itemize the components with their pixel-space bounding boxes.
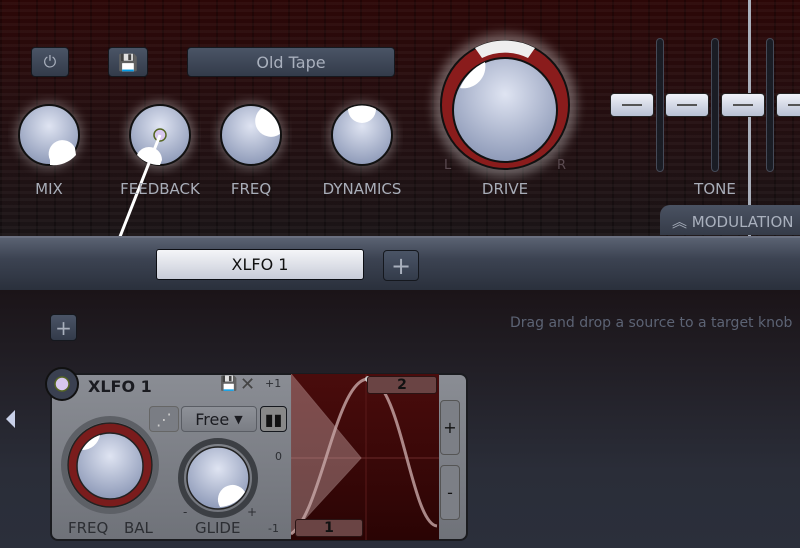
tone-slider-1[interactable]: [610, 93, 654, 117]
lfo-point-1[interactable]: 1: [295, 519, 363, 537]
zoom-in-button[interactable]: +: [440, 400, 460, 455]
label-drive: DRIVE: [481, 180, 529, 198]
label-dynamics: DYNAMICS: [322, 180, 402, 198]
lfo-waveform-editor[interactable]: [291, 374, 439, 540]
save-icon[interactable]: 💾: [220, 376, 237, 392]
tone-slider-track-2: [711, 38, 719, 172]
add-modulator-button[interactable]: +: [383, 250, 419, 281]
drive-right-label: R: [557, 158, 567, 173]
modulation-tab[interactable]: ︽ MODULATION: [660, 205, 800, 235]
tone-slider-3[interactable]: [721, 93, 765, 117]
mod-source-handle[interactable]: [44, 366, 80, 402]
tone-slider-track-1: [656, 38, 664, 172]
tone-slider-4[interactable]: [776, 93, 800, 117]
tone-slider-track-3: [766, 38, 774, 172]
glide-plus: +: [247, 505, 258, 519]
chevron-up-icon: ︽: [672, 213, 688, 231]
modulation-tab-label: MODULATION: [691, 213, 794, 231]
knob-dynamics[interactable]: [328, 101, 396, 169]
axis-bottom: -1: [268, 522, 279, 535]
label-tone: TONE: [694, 180, 736, 198]
label-mix: MIX: [35, 180, 63, 198]
tone-slider-2[interactable]: [665, 93, 709, 117]
knob-drive[interactable]: [433, 33, 577, 177]
collapse-left-icon[interactable]: [6, 410, 15, 428]
glide-minus: -: [183, 505, 188, 519]
label-feedback: FEEDBACK: [120, 180, 200, 198]
knob-mix[interactable]: [15, 101, 83, 169]
label-freq: FREQ: [230, 180, 272, 198]
xlfo-title: XLFO 1: [88, 377, 152, 396]
axis-top: +1: [265, 377, 282, 390]
knob-glide[interactable]: [178, 438, 258, 518]
knobs-layer: [15, 33, 577, 240]
drive-left-label: L: [444, 158, 452, 173]
tab-xlfo-1[interactable]: XLFO 1: [156, 249, 364, 280]
knob-freq-bal[interactable]: [61, 416, 159, 514]
add-source-button[interactable]: +: [50, 314, 77, 341]
zoom-out-button[interactable]: -: [440, 465, 460, 520]
knob-freq[interactable]: [217, 101, 285, 169]
lfo-point-2[interactable]: 2: [367, 376, 437, 394]
label-bal: BAL: [124, 519, 153, 537]
drag-hint: Drag and drop a source to a target knob: [510, 315, 793, 331]
axis-mid: 0: [275, 450, 282, 463]
close-icon[interactable]: ✕: [240, 374, 255, 395]
label-glide: GLIDE: [195, 519, 241, 537]
label-freq: FREQ: [68, 519, 109, 537]
